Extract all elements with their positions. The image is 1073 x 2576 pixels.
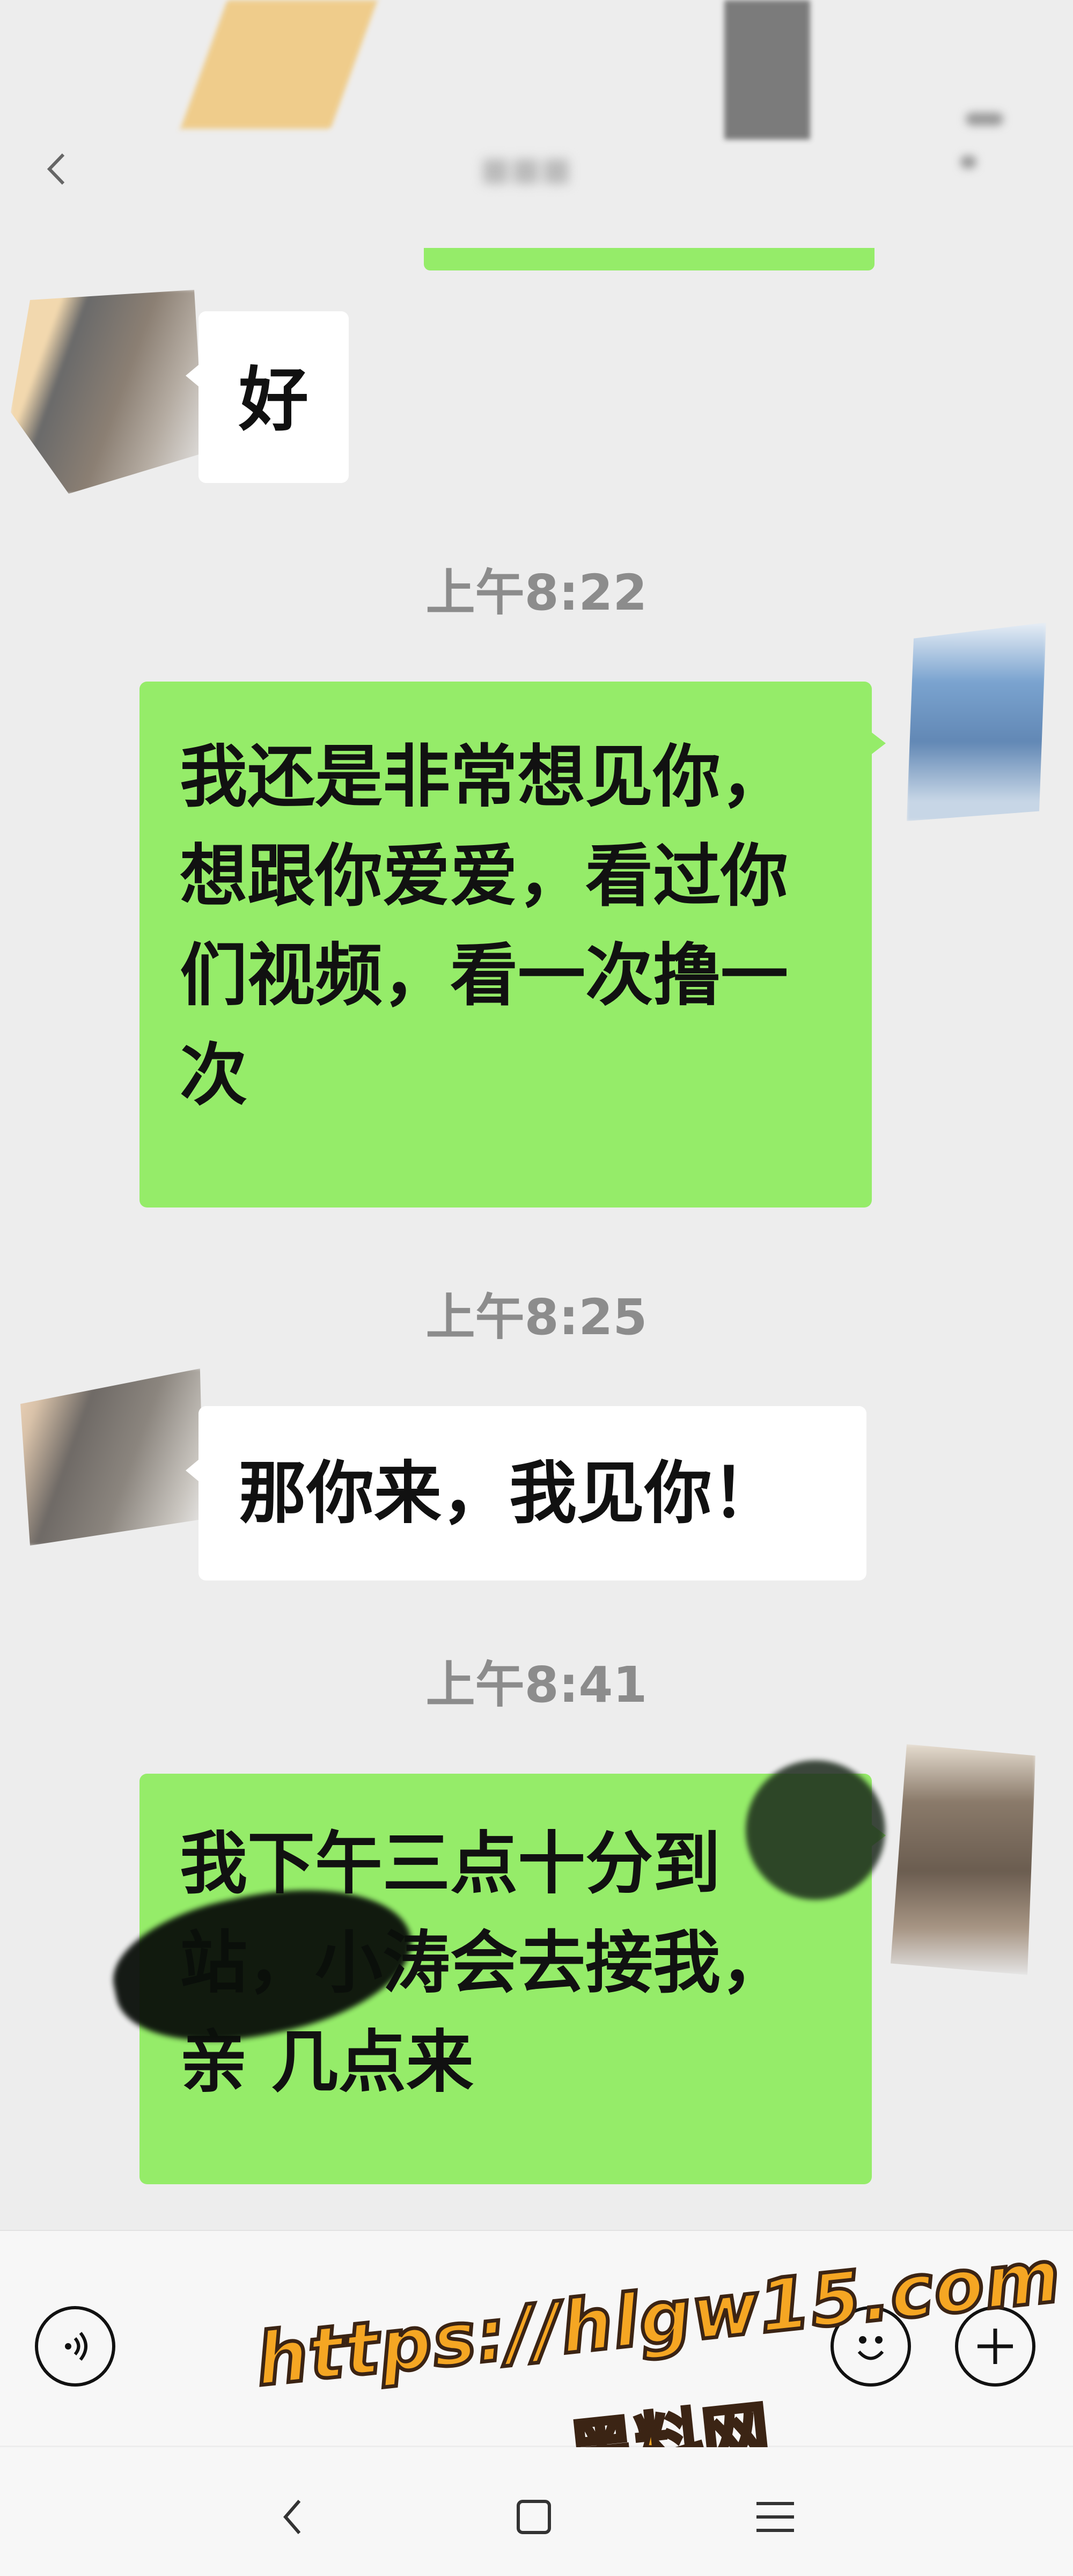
voice-icon[interactable] <box>35 2306 115 2387</box>
back-arrow-icon[interactable] <box>43 150 70 188</box>
header-smudge-dark <box>724 0 810 140</box>
timestamp: 上午8:22 <box>425 564 648 621</box>
avatar-self[interactable] <box>907 623 1046 821</box>
message-text: 那你来，我见你！ <box>239 1454 780 1533</box>
message-text: 好 <box>239 359 309 441</box>
message-bubble-received-1[interactable]: 好 <box>186 311 349 483</box>
chat-header: ■■■ <box>0 0 1073 252</box>
avatar-contact[interactable] <box>11 290 204 494</box>
more-options-icon[interactable] <box>955 107 1009 172</box>
avatar-self[interactable] <box>874 1744 1035 1975</box>
message-text: 我还是非常想见你，想跟你爱爱，看过你们视频，看一次撸一次 <box>180 737 788 1115</box>
message-bubble-sent-1[interactable]: 我还是非常想见你，想跟你爱爱，看过你们视频，看一次撸一次 <box>139 682 886 1208</box>
back-icon[interactable] <box>266 2490 319 2544</box>
avatar-contact[interactable] <box>11 1368 204 1546</box>
menu-icon[interactable] <box>748 2490 802 2544</box>
previous-message-bubble-edge <box>424 248 874 270</box>
home-icon[interactable] <box>507 2490 561 2544</box>
system-nav-bar <box>0 2447 1073 2576</box>
timestamp: 上午8:25 <box>425 1289 648 1346</box>
header-smudge-yellow <box>180 0 378 129</box>
message-bubble-received-2[interactable]: 那你来，我见你！ <box>186 1406 866 1580</box>
timestamp: 上午8:41 <box>425 1656 648 1714</box>
chat-title: ■■■ <box>480 150 572 188</box>
